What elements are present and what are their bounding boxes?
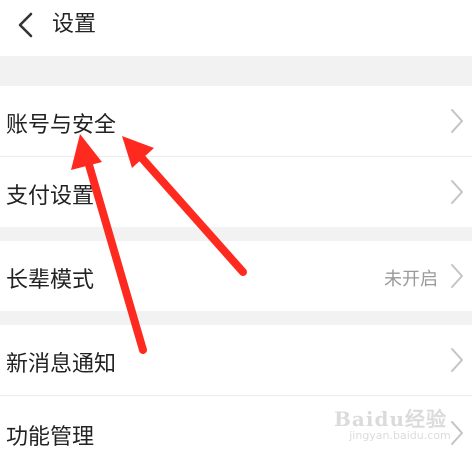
- settings-item-label: 功能管理: [6, 425, 95, 450]
- chevron-right-icon: [451, 109, 463, 133]
- elder-mode-status: 未开启: [384, 269, 438, 290]
- page-title: 设置: [52, 12, 97, 37]
- settings-item-account-security[interactable]: 账号与安全: [0, 86, 472, 156]
- chevron-right-icon: [451, 421, 463, 445]
- settings-item-label: 新消息通知: [6, 352, 117, 377]
- settings-item-feature-management[interactable]: 功能管理: [0, 396, 472, 457]
- chevron-right-icon: [451, 264, 463, 288]
- settings-item-label: 支付设置: [6, 184, 95, 209]
- settings-item-notifications[interactable]: 新消息通知: [0, 325, 472, 395]
- settings-item-label: 长辈模式: [6, 268, 95, 293]
- settings-item-payment[interactable]: 支付设置: [0, 157, 472, 227]
- chevron-right-icon: [451, 348, 463, 372]
- settings-item-label: 账号与安全: [6, 113, 117, 138]
- back-button[interactable]: [8, 8, 42, 42]
- top-bar: 设置: [0, 0, 472, 56]
- chevron-right-icon: [451, 180, 463, 204]
- chevron-left-icon: [18, 12, 33, 38]
- settings-item-elder-mode[interactable]: 长辈模式 未开启: [0, 241, 472, 311]
